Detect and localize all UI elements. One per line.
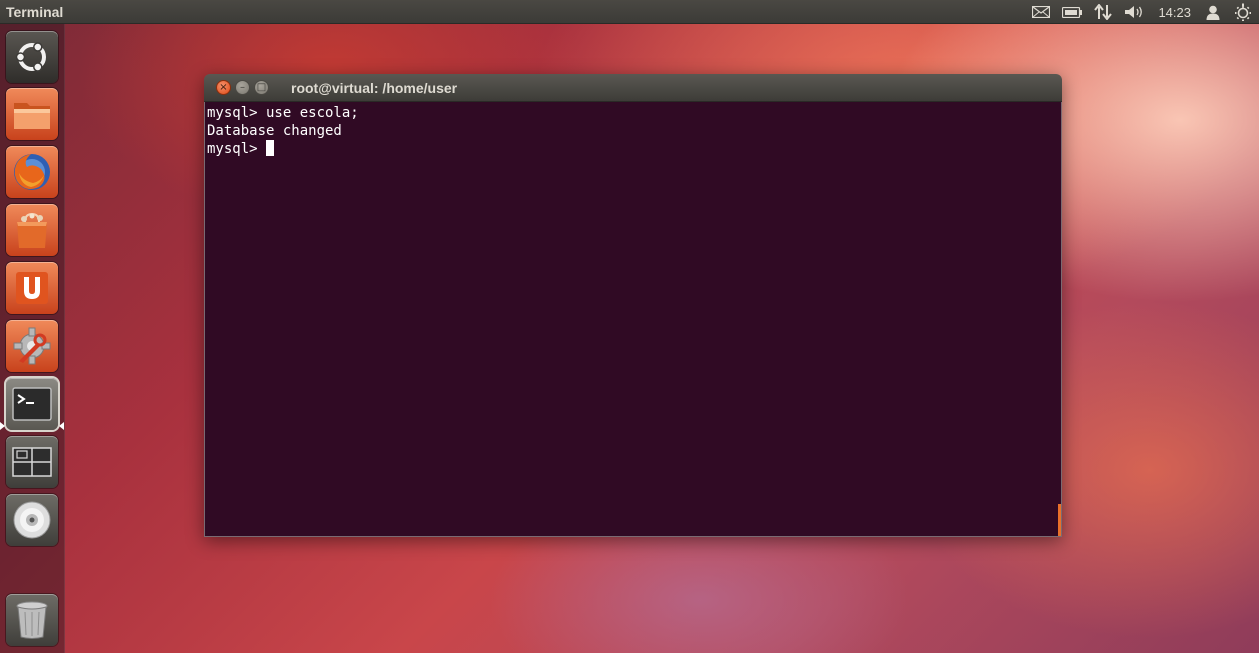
- ubuntu-logo-icon: [14, 39, 50, 75]
- maximize-button[interactable]: □: [254, 80, 269, 95]
- active-indicator-right: [59, 422, 64, 430]
- user-icon[interactable]: [1199, 0, 1227, 24]
- workspace-icon: [12, 447, 52, 477]
- close-icon: ×: [219, 81, 228, 93]
- maximize-icon: □: [256, 81, 267, 93]
- network-icon[interactable]: [1088, 0, 1118, 24]
- active-app-title: Terminal: [6, 3, 64, 20]
- terminal-launcher-button[interactable]: [6, 378, 58, 430]
- system-settings-icon: [11, 325, 53, 367]
- system-settings-launcher-button[interactable]: [6, 320, 58, 372]
- shopping-bag-icon: [13, 210, 51, 250]
- terminal-line: Database changed: [207, 123, 342, 139]
- top-panel: Terminal 14:23: [0, 0, 1259, 24]
- disc-icon: [12, 500, 52, 540]
- dvd-launcher-button[interactable]: [6, 494, 58, 546]
- settings-icon[interactable]: [1227, 0, 1259, 24]
- terminal-line: mysql> use escola;: [207, 105, 359, 121]
- software-center-launcher-button[interactable]: [6, 204, 58, 256]
- terminal-window[interactable]: × – □ root@virtual: /home/user mysql> us…: [204, 74, 1062, 537]
- ubuntu-one-icon: [13, 269, 51, 307]
- trash-launcher-button[interactable]: [6, 594, 58, 646]
- firefox-icon: [11, 151, 53, 193]
- active-indicator-left: [0, 422, 5, 430]
- trash-icon: [15, 600, 49, 640]
- mail-icon[interactable]: [1026, 0, 1056, 24]
- launcher: [0, 24, 65, 653]
- firefox-launcher-button[interactable]: [6, 146, 58, 198]
- files-launcher-button[interactable]: [6, 88, 58, 140]
- terminal-content[interactable]: mysql> use escola; Database changed mysq…: [204, 102, 1062, 537]
- close-button[interactable]: ×: [216, 80, 231, 95]
- minimize-button[interactable]: –: [235, 80, 250, 95]
- window-titlebar[interactable]: × – □ root@virtual: /home/user: [204, 74, 1062, 102]
- folder-icon: [12, 97, 52, 131]
- terminal-prompt-line[interactable]: mysql>: [207, 140, 1059, 158]
- scrollbar-indicator[interactable]: [1058, 504, 1061, 536]
- workspace-switcher-launcher-button[interactable]: [6, 436, 58, 488]
- indicator-area: 14:23: [1026, 0, 1259, 24]
- terminal-prompt: mysql>: [207, 141, 267, 157]
- battery-icon[interactable]: [1056, 0, 1088, 24]
- clock[interactable]: 14:23: [1150, 0, 1199, 24]
- ubuntu-one-launcher-button[interactable]: [6, 262, 58, 314]
- minimize-icon: –: [240, 81, 245, 93]
- window-title: root@virtual: /home/user: [291, 79, 458, 96]
- terminal-icon: [12, 387, 52, 421]
- volume-icon[interactable]: [1118, 0, 1150, 24]
- text-cursor: [266, 140, 275, 156]
- dash-home-button[interactable]: [6, 31, 58, 83]
